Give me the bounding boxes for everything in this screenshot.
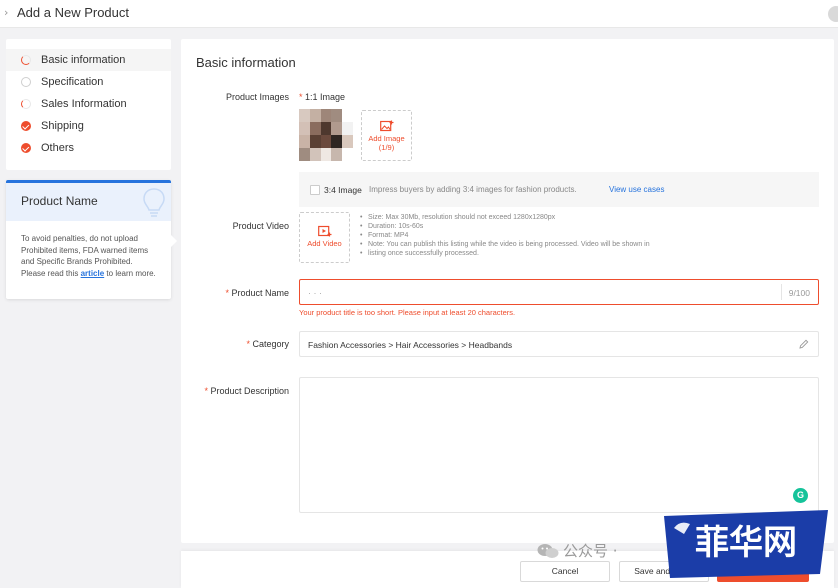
section-nav: Basic information Specification Sales In… xyxy=(6,39,171,170)
grammarly-icon[interactable]: G xyxy=(793,488,808,503)
video-requirements-list: Size: Max 30Mb, resolution should not ex… xyxy=(360,213,650,258)
thumbnail-pixel xyxy=(320,135,332,148)
nav-item-label: Specification xyxy=(41,76,104,88)
add-image-icon xyxy=(379,120,393,132)
thumbnail-pixel xyxy=(309,135,321,148)
product-description-textarea[interactable]: G xyxy=(299,377,819,513)
thumbnail-pixel xyxy=(309,122,321,135)
ratio-1-1-label: * 1:1 Image xyxy=(299,92,345,102)
ratio-3-4-label: 3:4 Image xyxy=(324,185,362,195)
progress-partial-icon xyxy=(21,99,31,109)
nav-item-label: Basic information xyxy=(41,54,126,66)
nav-item-others[interactable]: Others xyxy=(6,137,171,159)
add-image-count: (1/9) xyxy=(378,143,395,152)
video-note: Size: Max 30Mb, resolution should not ex… xyxy=(360,213,650,222)
add-image-label: Add Image xyxy=(368,134,405,143)
tip-title: Product Name xyxy=(21,194,98,208)
thumbnail-pixel xyxy=(299,135,310,148)
ratio-3-4-hint: Impress buyers by adding 3:4 images for … xyxy=(369,185,577,194)
tip-body: To avoid penalties, do not upload Prohib… xyxy=(6,221,171,279)
thumbnail-pixel xyxy=(331,148,343,161)
add-video-button[interactable]: Add Video xyxy=(299,212,350,263)
product-image-thumbnail[interactable] xyxy=(299,109,353,161)
avatar[interactable] xyxy=(828,6,838,22)
thumbnail-pixel xyxy=(299,148,310,161)
category-label: * Category xyxy=(181,339,289,349)
page-title: Add a New Product xyxy=(17,5,130,20)
category-path: Fashion Accessories > Hair Accessories >… xyxy=(308,340,513,350)
brand-logo: 菲华网 xyxy=(664,510,828,578)
check-circle-icon xyxy=(21,121,31,131)
section-title: Basic information xyxy=(196,55,296,70)
pencil-icon[interactable] xyxy=(799,339,809,349)
nav-item-sales-information[interactable]: Sales Information xyxy=(6,93,171,115)
product-video-label: Product Video xyxy=(232,221,289,231)
thumbnail-pixel xyxy=(342,148,353,161)
nav-item-label: Shipping xyxy=(41,120,84,132)
view-use-cases-link[interactable]: View use cases xyxy=(609,185,664,194)
brand-logo-text: 菲华网 xyxy=(695,523,797,563)
thumbnail-pixel xyxy=(309,148,321,161)
cancel-button[interactable]: Cancel xyxy=(520,561,610,582)
video-note-continued: listing once successfully processed. xyxy=(360,249,650,258)
nav-item-shipping[interactable]: Shipping xyxy=(6,115,171,137)
product-name-label-text: Product Name xyxy=(231,288,289,298)
thumbnail-pixel xyxy=(331,135,343,148)
check-circle-icon xyxy=(21,143,31,153)
product-name-label: * Product Name xyxy=(181,288,289,298)
video-note: Note: You can publish this listing while… xyxy=(360,240,650,249)
article-link[interactable]: article xyxy=(81,269,105,278)
character-count: 9/100 xyxy=(788,288,810,298)
product-images-label: Product Images xyxy=(225,92,289,102)
progress-empty-icon xyxy=(21,77,31,87)
thumbnail-pixel xyxy=(342,135,353,148)
tip-card: Product Name To avoid penalties, do not … xyxy=(6,180,177,299)
product-name-value: · · · xyxy=(308,288,322,298)
ratio-3-4-band: 3:4 Image Impress buyers by adding 3:4 i… xyxy=(299,172,819,207)
watermark-text: 公众号 · xyxy=(563,542,618,560)
thumbnail-pixel xyxy=(320,109,332,122)
product-name-input[interactable]: · · · 9/100 xyxy=(299,279,819,305)
input-divider xyxy=(781,284,782,300)
video-note: Format: MP4 xyxy=(360,231,650,240)
product-description-label: * Product Description xyxy=(181,386,289,396)
product-name-error: Your product title is too short. Please … xyxy=(299,308,516,317)
basic-information-panel: Basic information Product Images * 1:1 I… xyxy=(181,39,834,543)
thumbnail-pixel xyxy=(331,122,343,135)
nav-item-basic-information[interactable]: Basic information xyxy=(6,49,171,71)
nav-item-label: Sales Information xyxy=(41,98,127,110)
thumbnail-pixel xyxy=(299,122,310,135)
product-description-label-text: Product Description xyxy=(210,386,289,396)
ratio-1-1-text: 1:1 Image xyxy=(305,92,346,102)
add-video-icon xyxy=(317,225,331,237)
add-image-button[interactable]: Add Image (1/9) xyxy=(361,110,412,161)
progress-partial-icon xyxy=(21,55,31,65)
thumbnail-pixel xyxy=(331,109,343,122)
category-selector[interactable]: Fashion Accessories > Hair Accessories >… xyxy=(299,331,819,357)
tip-suffix: to learn more. xyxy=(106,268,156,278)
thumbnail-pixel xyxy=(320,148,332,161)
thumbnail-pixel xyxy=(309,109,321,122)
thumbnail-pixel xyxy=(342,109,353,122)
add-video-label: Add Video xyxy=(307,239,342,248)
chevron-right-icon[interactable]: › xyxy=(4,6,8,19)
nav-item-specification[interactable]: Specification xyxy=(6,71,171,93)
tip-header: Product Name xyxy=(6,183,171,221)
category-label-text: Category xyxy=(252,339,289,349)
lightbulb-icon xyxy=(143,188,165,217)
thumbnail-pixel xyxy=(299,109,310,122)
wechat-icon xyxy=(537,544,559,558)
ratio-3-4-checkbox[interactable] xyxy=(310,185,320,195)
thumbnail-pixel xyxy=(320,122,332,135)
nav-item-label: Others xyxy=(41,142,75,154)
thumbnail-pixel xyxy=(342,122,353,135)
video-note: Duration: 10s-60s xyxy=(360,222,650,231)
top-bar: › Add a New Product xyxy=(0,0,838,28)
